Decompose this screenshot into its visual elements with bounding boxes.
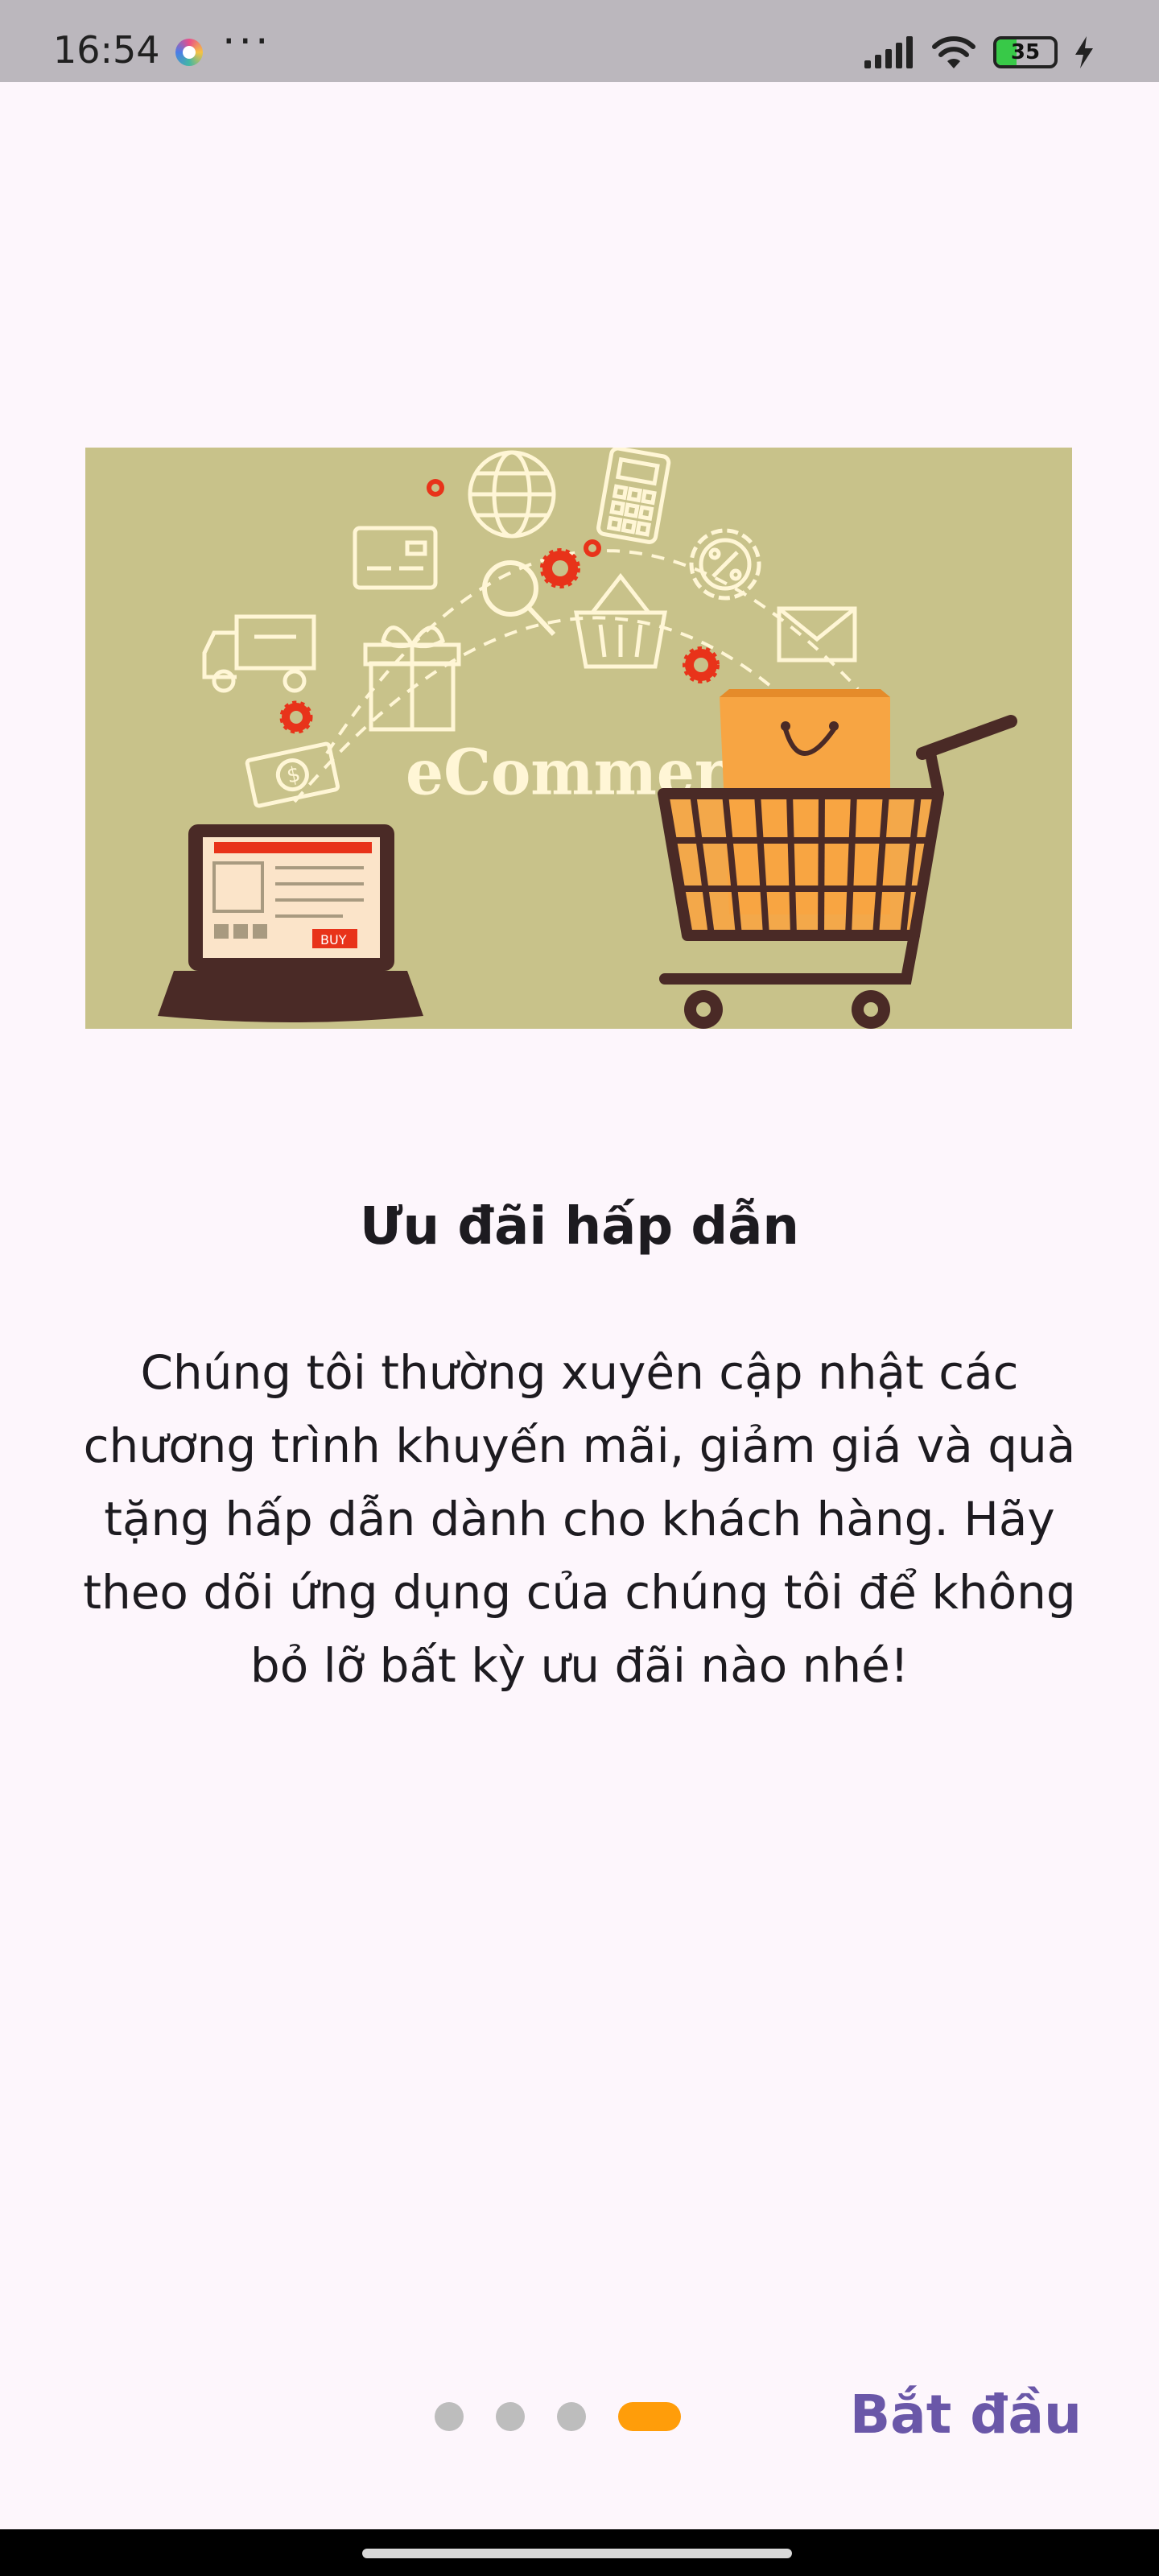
laptop-icon: BUY xyxy=(158,824,423,1022)
page-dot-4-active[interactable] xyxy=(618,2402,681,2431)
onboarding-description: Chúng tôi thường xuyên cập nhật các chươ… xyxy=(83,1345,1076,1693)
status-bar: 16:54 ··· 35 xyxy=(0,0,1159,82)
buy-label: BUY xyxy=(320,932,347,947)
page-indicator xyxy=(435,2401,681,2433)
wifi-icon xyxy=(932,36,975,68)
status-icons: 35 xyxy=(864,29,1095,76)
app-notification-icon xyxy=(175,39,203,66)
page-dot-2[interactable] xyxy=(496,2402,525,2431)
page-dot-3[interactable] xyxy=(557,2402,586,2431)
status-time: 16:54 xyxy=(53,28,160,72)
hero-illustration: $ eCommerce BUY xyxy=(85,448,1072,1029)
battery-level: 35 xyxy=(1010,40,1041,64)
battery-icon: 35 xyxy=(993,36,1058,68)
onboarding-title: Ưu đãi hấp dẫn xyxy=(360,1197,799,1257)
page-dot-1[interactable] xyxy=(435,2402,464,2431)
signal-icon xyxy=(864,36,913,68)
charging-icon xyxy=(1075,36,1093,68)
start-button[interactable]: Bắt đầu xyxy=(850,2383,1082,2447)
ecommerce-illustration: $ eCommerce BUY xyxy=(85,448,1072,1029)
more-notifications-icon: ··· xyxy=(222,18,272,66)
home-gesture-handle[interactable] xyxy=(362,2549,792,2558)
